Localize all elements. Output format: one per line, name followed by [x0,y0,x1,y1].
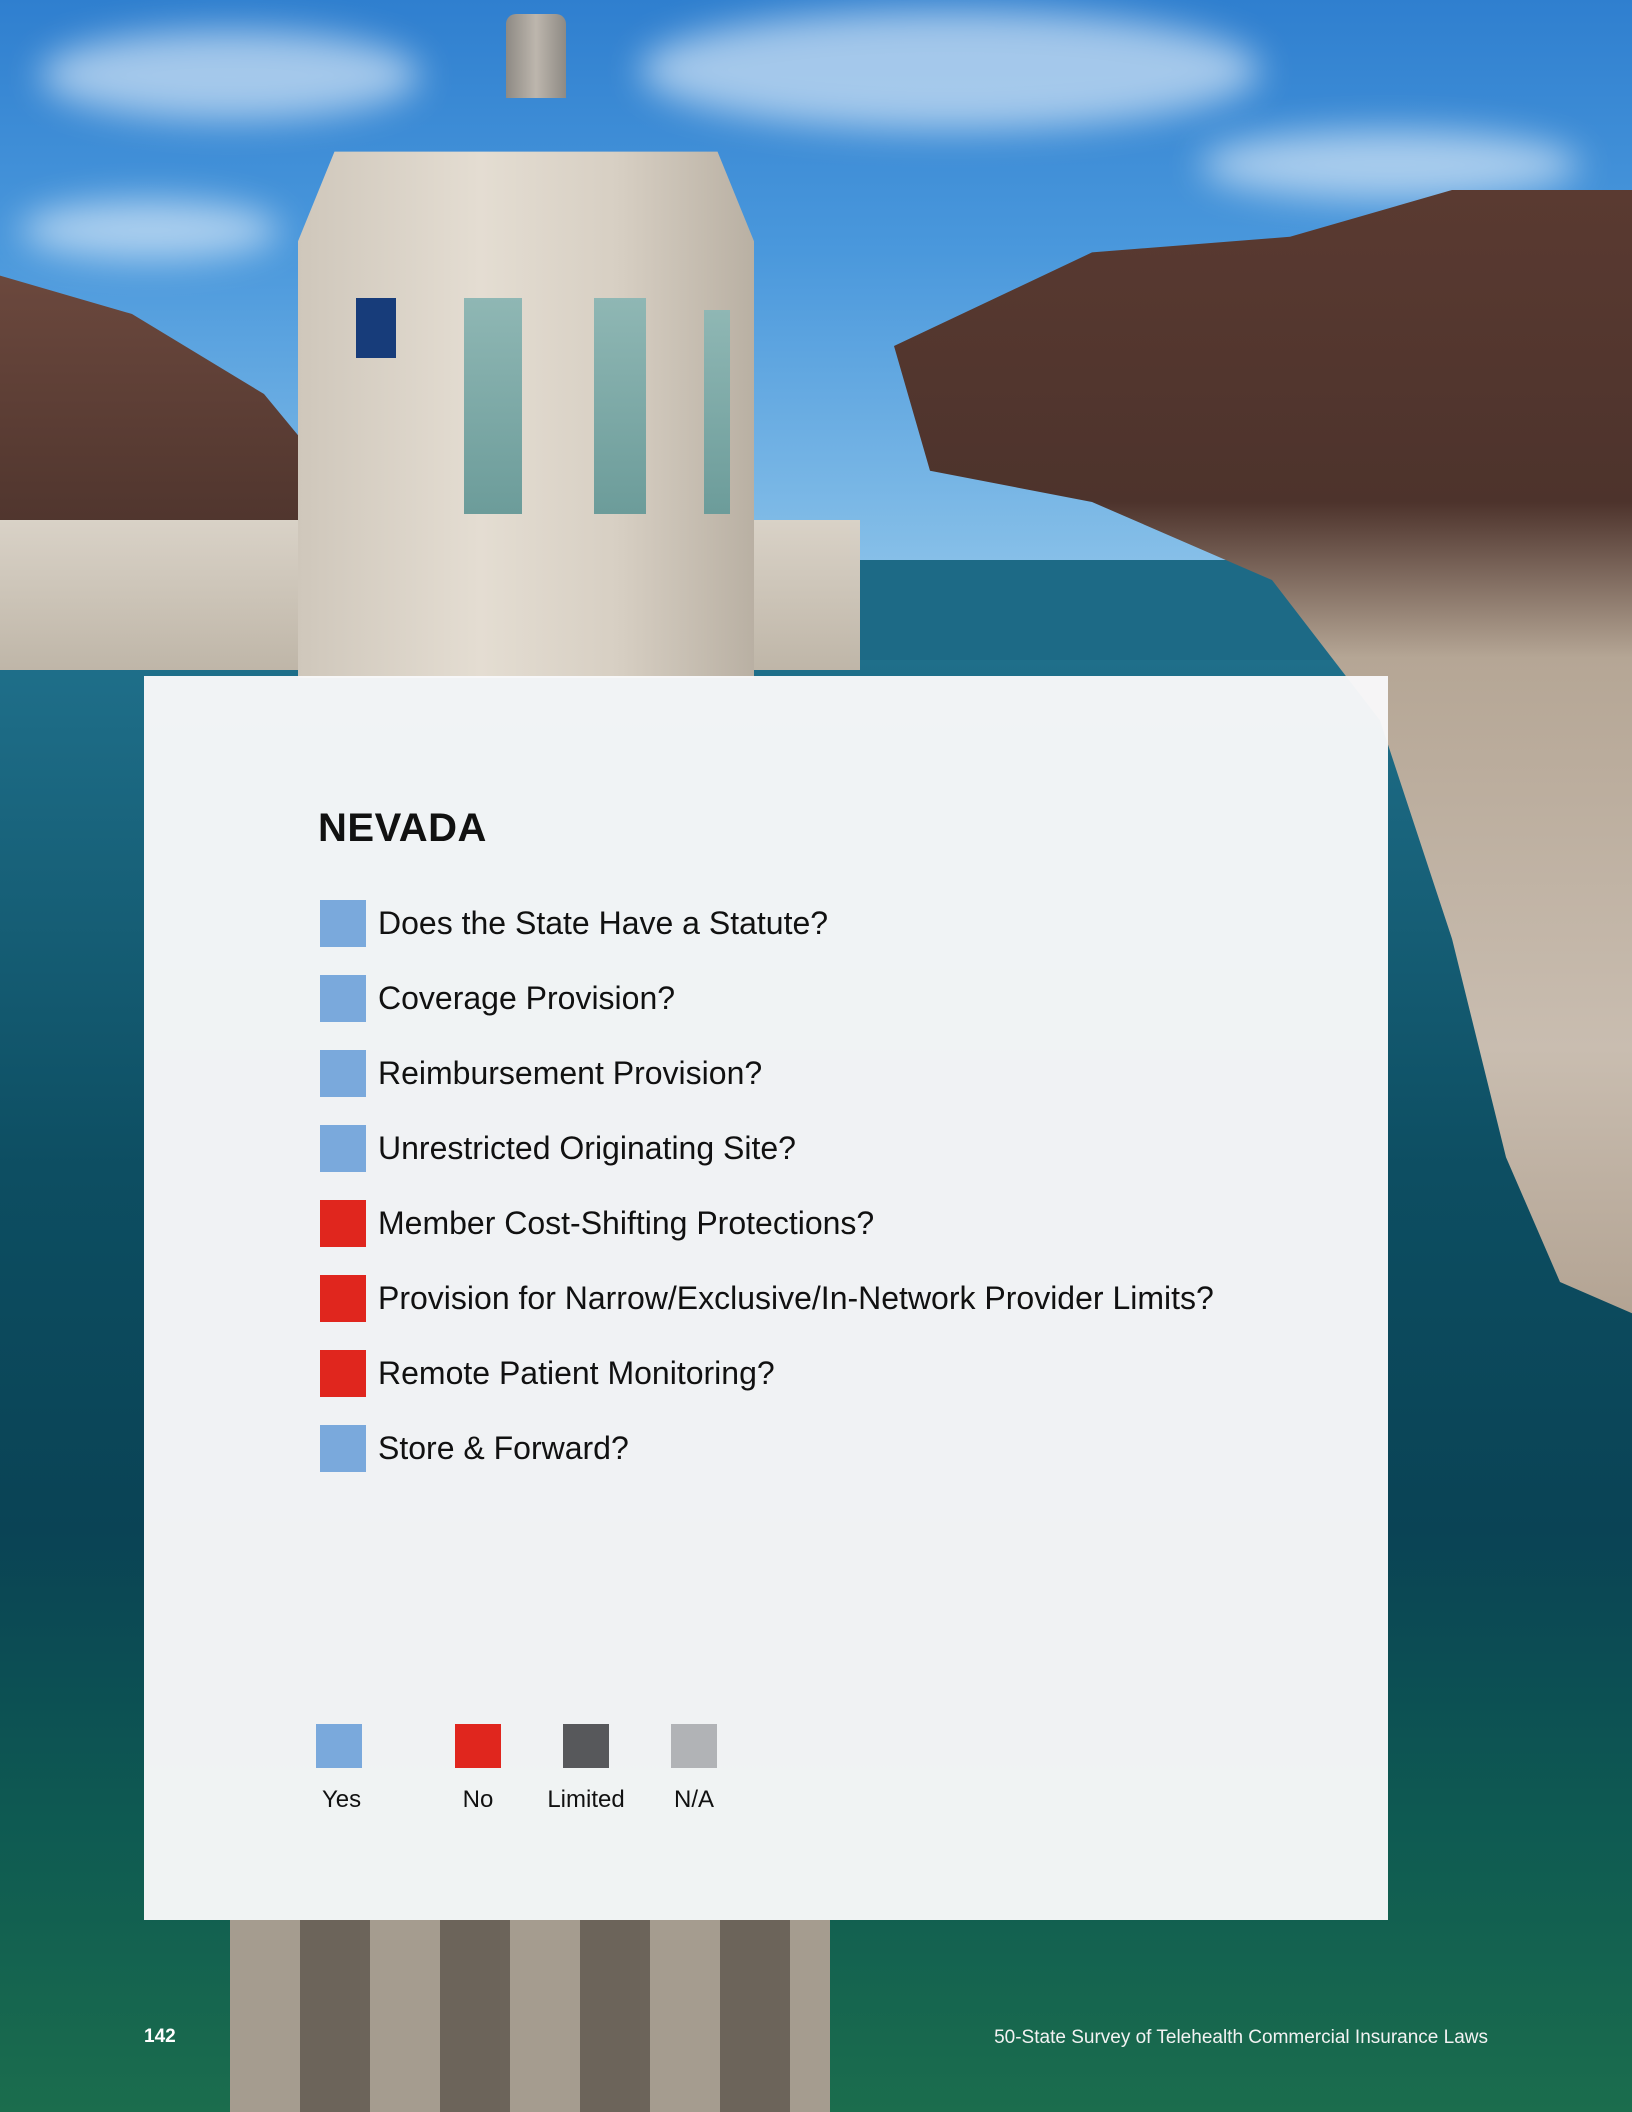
legend-label: Yes [322,1786,362,1813]
question-item: Coverage Provision? [320,975,1214,1022]
status-swatch-no [320,1350,366,1397]
status-swatch-yes [320,1425,366,1472]
legend-label: N/A [673,1786,714,1813]
question-item: Store & Forward? [320,1425,1214,1472]
publication-title: 50-State Survey of Telehealth Commercial… [994,2027,1488,2048]
question-label: Provision for Narrow/Exclusive/In-Networ… [378,1280,1214,1316]
question-list: Does the State Have a Statute? Coverage P… [320,900,1214,1500]
status-swatch-yes [320,1050,366,1097]
status-legend: Yes No Limited N/A [316,1724,748,1814]
question-label: Remote Patient Monitoring? [378,1355,775,1391]
clock [356,298,396,358]
question-label: Does the State Have a Statute? [378,905,829,941]
tower-sculpture [506,14,566,98]
tower-window [704,310,730,514]
status-swatch-no [320,1275,366,1322]
status-swatch-yes [320,900,366,947]
legend-swatch [455,1724,501,1768]
legend-entry-yes: Yes [316,1724,424,1814]
intake-tower [298,151,754,678]
question-item: Reimbursement Provision? [320,1050,1214,1097]
tower-window [594,298,646,514]
status-swatch-yes [320,1125,366,1172]
question-label: Coverage Provision? [378,980,676,1016]
question-item: Member Cost-Shifting Protections? [320,1200,1214,1247]
cloud [1200,130,1580,200]
question-label: Member Cost-Shifting Protections? [378,1205,875,1241]
question-label: Unrestricted Originating Site? [378,1130,796,1166]
status-swatch-yes [320,975,366,1022]
tower-base [230,1920,830,2112]
legend-label: Limited [547,1786,625,1813]
legend-swatch [316,1724,362,1768]
question-item: Does the State Have a Statute? [320,900,1214,947]
legend-entry-limited: Limited [532,1724,640,1814]
page-number: 142 [144,2026,176,2047]
cloud [20,200,280,260]
legend-swatch [563,1724,609,1768]
legend-swatch [671,1724,717,1768]
legend-label: No [462,1786,494,1813]
question-item: Remote Patient Monitoring? [320,1350,1214,1397]
legend-entry-no: No [424,1724,532,1814]
cloud [640,10,1260,130]
tower-window [464,298,522,514]
status-swatch-no [320,1200,366,1247]
state-title: NEVADA [318,806,487,850]
cloud [40,30,420,120]
legend-entry-na: N/A [640,1724,748,1814]
question-item: Unrestricted Originating Site? [320,1125,1214,1172]
question-label: Reimbursement Provision? [378,1055,763,1091]
question-label: Store & Forward? [378,1430,629,1466]
question-item: Provision for Narrow/Exclusive/In-Networ… [320,1275,1214,1322]
